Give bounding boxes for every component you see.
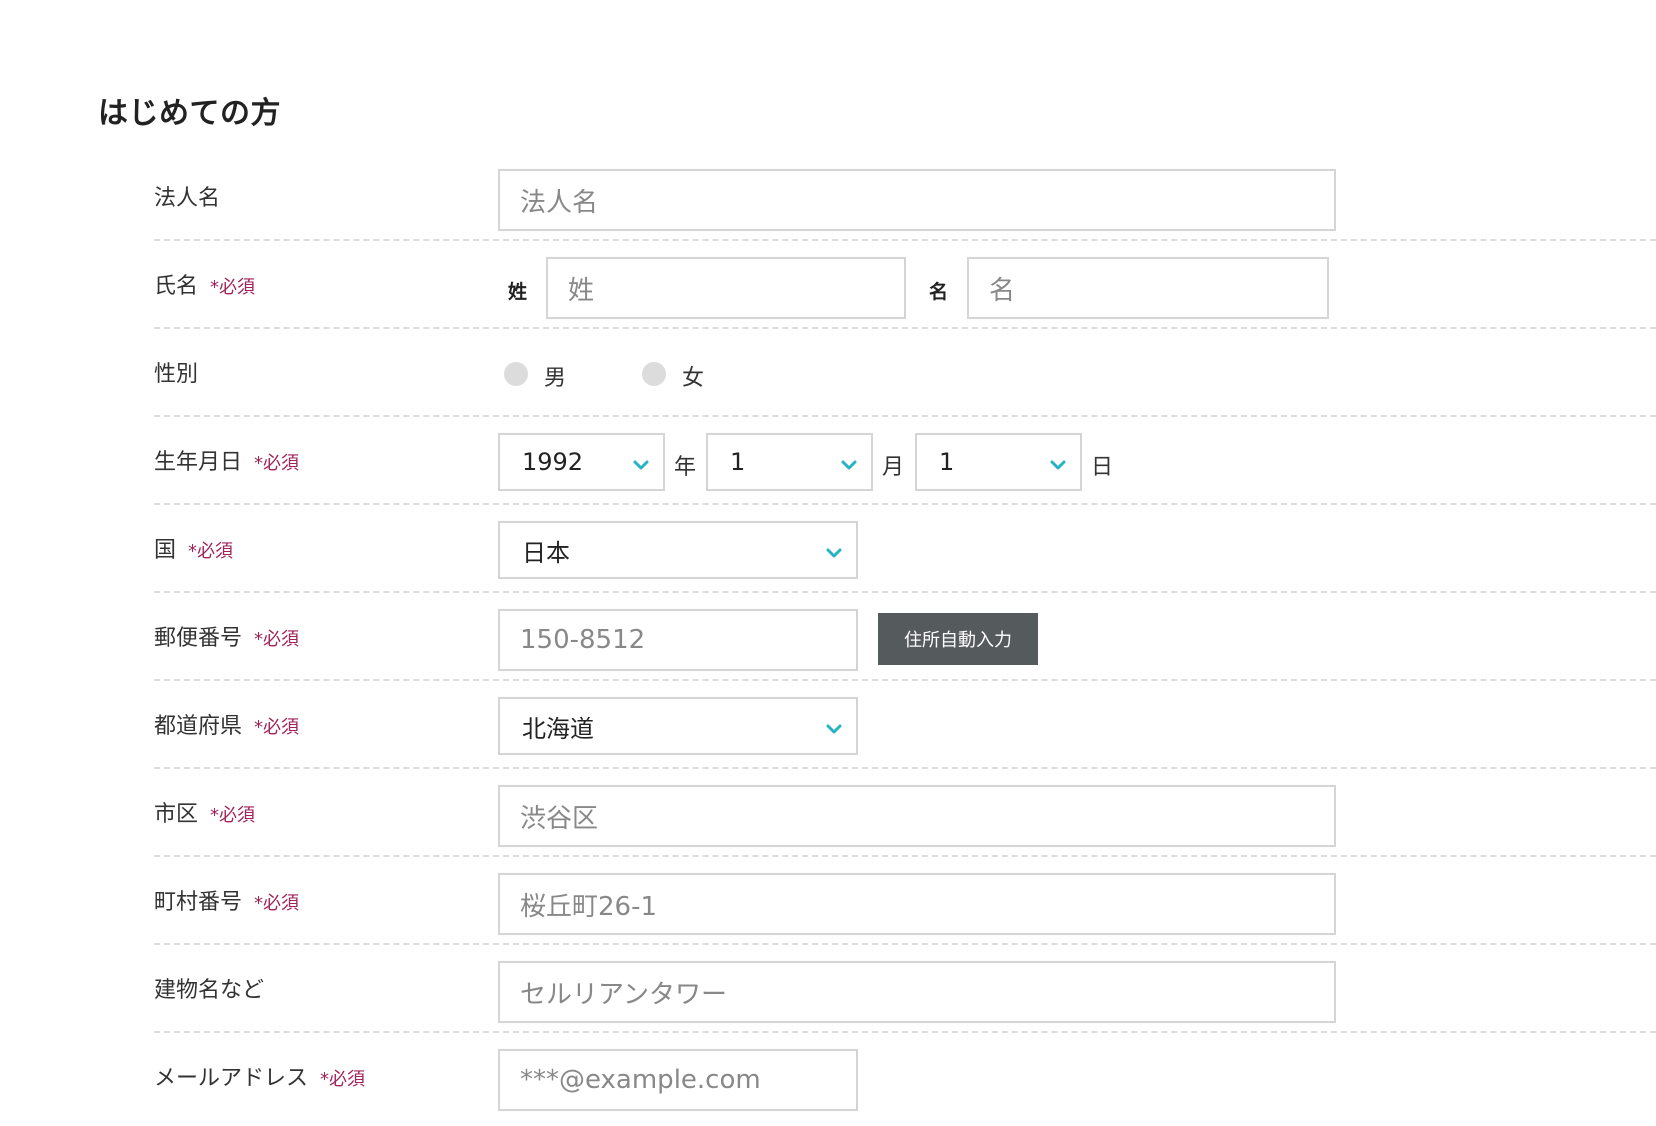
city-label: 市区 *必須 bbox=[154, 802, 256, 827]
required-badge: *必須 bbox=[254, 893, 300, 914]
row-country: 国 *必須 日本 bbox=[154, 505, 1656, 593]
gender-male-radio[interactable] bbox=[504, 362, 528, 386]
row-postal-code: 郵便番号 *必須 150-8512 住所自動入力 bbox=[154, 593, 1656, 681]
town-label: 町村番号 *必須 bbox=[154, 890, 300, 915]
row-building: 建物名など セルリアンタワー bbox=[154, 945, 1656, 1033]
chevron-down-icon bbox=[1050, 460, 1066, 470]
required-badge: *必須 bbox=[210, 277, 256, 298]
chevron-down-icon bbox=[826, 724, 842, 734]
required-badge: *必須 bbox=[254, 453, 300, 474]
birth-day-select[interactable]: 1 bbox=[915, 433, 1082, 491]
country-label: 国 *必須 bbox=[154, 538, 234, 563]
row-town: 町村番号 *必須 桜丘町26-1 bbox=[154, 857, 1656, 945]
row-full-name: 氏名 *必須 姓 姓 名 名 bbox=[154, 241, 1656, 329]
required-badge: *必須 bbox=[188, 541, 234, 562]
postal-code-label: 郵便番号 *必須 bbox=[154, 626, 300, 651]
row-gender: 性別 男 女 bbox=[154, 329, 1656, 417]
building-input[interactable]: セルリアンタワー bbox=[498, 961, 1336, 1023]
row-birthday: 生年月日 *必須 1992 年 1 月 1 日 bbox=[154, 417, 1656, 505]
required-badge: *必須 bbox=[210, 805, 256, 826]
full-name-label: 氏名 *必須 bbox=[154, 274, 256, 299]
building-label: 建物名など bbox=[154, 978, 265, 1003]
birth-month-select[interactable]: 1 bbox=[706, 433, 873, 491]
row-prefecture: 都道府県 *必須 北海道 bbox=[154, 681, 1656, 769]
year-unit: 年 bbox=[674, 455, 697, 480]
month-unit: 月 bbox=[882, 455, 905, 480]
prefecture-select[interactable]: 北海道 bbox=[498, 697, 858, 755]
email-input[interactable]: ***@example.com bbox=[498, 1049, 858, 1111]
gender-male-label[interactable]: 男 bbox=[544, 360, 566, 392]
gender-female-label[interactable]: 女 bbox=[682, 360, 704, 392]
prefecture-label: 都道府県 *必須 bbox=[154, 714, 300, 739]
row-city: 市区 *必須 渋谷区 bbox=[154, 769, 1656, 857]
required-badge: *必須 bbox=[320, 1069, 366, 1090]
required-badge: *必須 bbox=[254, 717, 300, 738]
last-name-label: 姓 bbox=[508, 281, 528, 303]
town-input[interactable]: 桜丘町26-1 bbox=[498, 873, 1336, 935]
last-name-input[interactable]: 姓 bbox=[546, 257, 906, 319]
page-title: はじめての方 bbox=[98, 96, 281, 131]
chevron-down-icon bbox=[841, 460, 857, 470]
country-select[interactable]: 日本 bbox=[498, 521, 858, 579]
first-name-input[interactable]: 名 bbox=[967, 257, 1329, 319]
birthday-label: 生年月日 *必須 bbox=[154, 450, 300, 475]
row-email: メールアドレス *必須 ***@example.com bbox=[154, 1033, 1656, 1121]
gender-label: 性別 bbox=[154, 362, 199, 387]
birth-year-select[interactable]: 1992 bbox=[498, 433, 665, 491]
required-badge: *必須 bbox=[254, 629, 300, 650]
first-name-label: 名 bbox=[929, 281, 949, 303]
chevron-down-icon bbox=[633, 460, 649, 470]
email-label: メールアドレス *必須 bbox=[154, 1066, 366, 1091]
postal-code-input[interactable]: 150-8512 bbox=[498, 609, 858, 671]
corp-name-input[interactable]: 法人名 bbox=[498, 169, 1336, 231]
chevron-down-icon bbox=[826, 548, 842, 558]
day-unit: 日 bbox=[1091, 455, 1114, 480]
gender-female-radio[interactable] bbox=[642, 362, 666, 386]
row-corp-name: 法人名 法人名 bbox=[154, 153, 1656, 241]
corp-name-label: 法人名 bbox=[154, 186, 221, 211]
address-autofill-button[interactable]: 住所自動入力 bbox=[878, 613, 1038, 665]
city-input[interactable]: 渋谷区 bbox=[498, 785, 1336, 847]
